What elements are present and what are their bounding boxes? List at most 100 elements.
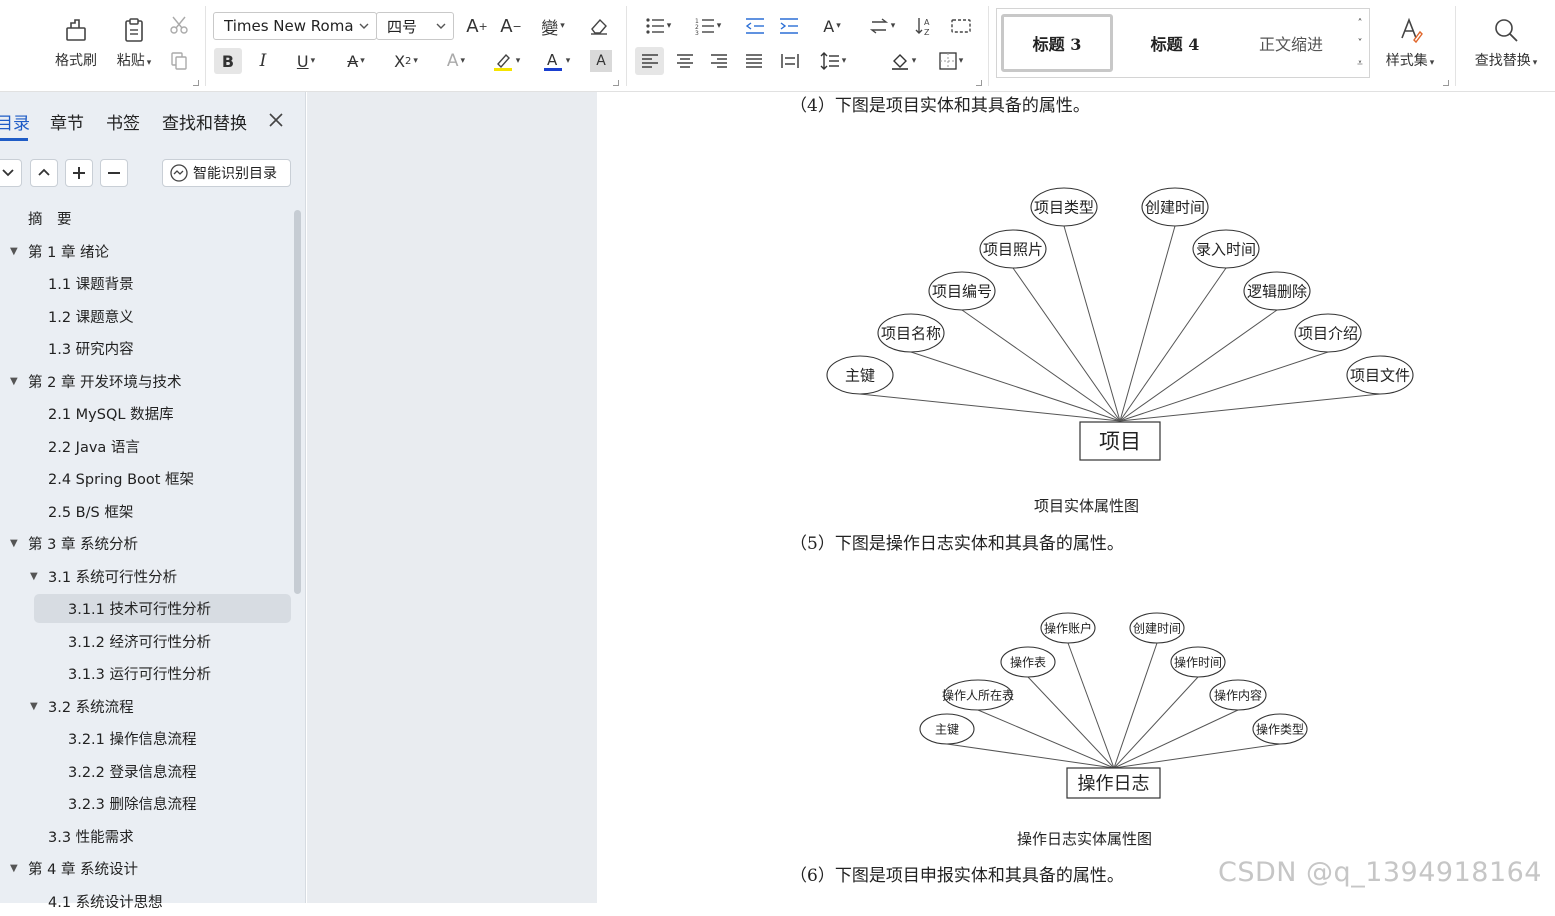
format-painter-button[interactable]: 格式刷: [48, 10, 104, 76]
gallery-scroll-down[interactable]: ˅: [1353, 35, 1367, 51]
smart-toc-button[interactable]: 智能识别目录: [162, 159, 291, 187]
toc-item[interactable]: ▼ 3.2 系统流程: [0, 692, 290, 721]
expand-triangle-icon[interactable]: ▼: [10, 246, 18, 257]
strikethrough-button[interactable]: A ▾: [336, 48, 376, 74]
superscript-button[interactable]: X 2 ▾: [386, 48, 426, 74]
tab-bookmarks[interactable]: 书签: [106, 109, 140, 134]
style-set-button[interactable]: 样式集 ▾: [1378, 10, 1442, 76]
collapse-all-button[interactable]: [0, 159, 22, 187]
highlight-button[interactable]: ▾: [486, 48, 526, 74]
decrease-indent-button[interactable]: [742, 14, 768, 38]
font-color-button[interactable]: A ▾: [536, 48, 576, 74]
justify-button[interactable]: [741, 48, 767, 74]
plus-icon: [73, 167, 85, 179]
document-page[interactable]: （4）下图是项目实体和其具备的属性。 主键 项目名称 项目编号 项目照片 项目类型 创建时…: [597, 92, 1555, 903]
sort-button[interactable]: AZ: [912, 14, 938, 38]
toc-item[interactable]: ▼ 第 3 章 系统分析: [0, 529, 290, 558]
expand-triangle-icon[interactable]: ▼: [30, 701, 38, 712]
styles-dialog-launcher[interactable]: [1443, 80, 1449, 86]
expand-triangle-icon[interactable]: ▼: [10, 376, 18, 387]
close-pane-button[interactable]: [266, 110, 286, 130]
toc-item-label: 4.1 系统设计思想: [48, 894, 163, 911]
tab-chapters[interactable]: 章节: [50, 109, 84, 134]
toc-item[interactable]: 2.4 Spring Boot 框架: [0, 464, 290, 493]
toc-item[interactable]: 3.1.1 技术可行性分析: [34, 594, 291, 623]
add-heading-button[interactable]: [65, 159, 93, 187]
move-up-button[interactable]: [30, 159, 58, 187]
show-marks-button[interactable]: [948, 14, 974, 38]
style-heading-3[interactable]: 标题 3: [1001, 14, 1113, 72]
toc-item[interactable]: ▼ 第 2 章 开发环境与技术: [0, 367, 290, 396]
find-replace-button[interactable]: 查找替换 ▾: [1466, 10, 1546, 76]
toc-item[interactable]: 1.2 课题意义: [0, 302, 290, 331]
show-marks-icon: [951, 19, 971, 33]
increase-indent-button[interactable]: [776, 14, 802, 38]
shrink-font-button[interactable]: A −: [498, 14, 524, 38]
bullet-list-button[interactable]: ▾: [638, 14, 678, 38]
bullet-list-icon: [646, 18, 664, 34]
toc-item[interactable]: 2.1 MySQL 数据库: [0, 399, 290, 428]
grow-font-button[interactable]: A +: [464, 14, 490, 38]
cut-button[interactable]: [166, 12, 192, 38]
format-painter-label: 格式刷: [55, 53, 97, 69]
distribute-button[interactable]: [777, 48, 803, 74]
toc-item[interactable]: ▼ 3.1 系统可行性分析: [0, 562, 290, 591]
toc-item[interactable]: 3.2.1 操作信息流程: [0, 724, 290, 753]
line-spacing-button[interactable]: ▾: [813, 48, 853, 74]
toc-item[interactable]: 3.2.2 登录信息流程: [0, 757, 290, 786]
borders-button[interactable]: ▾: [931, 48, 971, 74]
underline-button[interactable]: U ▾: [286, 48, 326, 74]
style-body-indent-label: 正文缩进: [1258, 35, 1323, 54]
copy-button[interactable]: [166, 48, 192, 74]
toc-scrollbar[interactable]: [294, 210, 301, 594]
toc-item[interactable]: 摘 要: [0, 204, 290, 233]
remove-heading-button[interactable]: [100, 159, 128, 187]
char-shading-button[interactable]: A: [590, 50, 612, 72]
toc-item[interactable]: 2.2 Java 语言: [0, 432, 290, 461]
align-right-button[interactable]: [706, 48, 732, 74]
toc-item[interactable]: 1.1 课题背景: [0, 269, 290, 298]
tab-toc[interactable]: 目录: [0, 109, 30, 134]
toc-item[interactable]: 3.3 性能需求: [0, 822, 290, 851]
shading-button[interactable]: ▾: [883, 48, 923, 74]
chevron-down-icon: [436, 23, 446, 29]
phonetic-guide-button[interactable]: 變 ▾: [534, 14, 572, 39]
style-body-indent[interactable]: 正文缩进: [1237, 14, 1345, 72]
tab-find-replace[interactable]: 查找和替换: [162, 109, 247, 134]
text-effect-button[interactable]: A ▾: [436, 48, 476, 74]
toc-item[interactable]: 1.3 研究内容: [0, 334, 290, 363]
toc-item-label: 第 3 章 系统分析: [28, 537, 139, 553]
numbered-list-button[interactable]: 1 2 3 ▾: [688, 14, 728, 38]
highlight-swatch: [493, 68, 512, 71]
paste-button[interactable]: 粘贴 ▾: [110, 10, 158, 76]
italic-button[interactable]: I: [250, 48, 276, 74]
attribute-label: 操作账户: [1044, 620, 1092, 635]
text-direction-button[interactable]: A ▾: [812, 14, 852, 38]
toc-item[interactable]: 3.2.3 删除信息流程: [0, 789, 290, 818]
toc-item[interactable]: ▼ 第 1 章 绪论: [0, 237, 290, 266]
expand-triangle-icon[interactable]: ▼: [10, 863, 18, 874]
toc-item[interactable]: 3.1.2 经济可行性分析: [0, 627, 290, 656]
toc-item[interactable]: ▼ 第 4 章 系统设计: [0, 854, 290, 883]
caption-diagram-2: 操作日志实体属性图: [1017, 830, 1153, 848]
expand-triangle-icon[interactable]: ▼: [30, 571, 38, 582]
align-center-button[interactable]: [672, 48, 698, 74]
clear-format-button[interactable]: [586, 14, 612, 38]
align-left-button[interactable]: [635, 47, 664, 75]
style-heading-4[interactable]: 标题 4: [1119, 14, 1231, 72]
paragraph-dialog-launcher[interactable]: [976, 80, 982, 86]
gallery-expand[interactable]: ⩡: [1353, 55, 1367, 71]
toc-item[interactable]: 4.1 系统设计思想: [0, 887, 290, 916]
bold-button[interactable]: B: [214, 48, 242, 74]
font-dialog-launcher[interactable]: [613, 80, 619, 86]
chinese-layout-button[interactable]: ▾: [862, 14, 902, 38]
clipboard-dialog-launcher[interactable]: [193, 80, 199, 86]
font-name-select[interactable]: Times New Roman: [213, 12, 377, 40]
gallery-scroll-up[interactable]: ˄: [1353, 15, 1367, 31]
toc-item[interactable]: 3.1.3 运行可行性分析: [0, 659, 290, 688]
attribute-label: 操作时间: [1174, 654, 1222, 669]
scissors-icon: [170, 16, 188, 34]
expand-triangle-icon[interactable]: ▼: [10, 538, 18, 549]
font-size-select[interactable]: 四号: [376, 12, 454, 40]
toc-item[interactable]: 2.5 B/S 框架: [0, 497, 290, 526]
